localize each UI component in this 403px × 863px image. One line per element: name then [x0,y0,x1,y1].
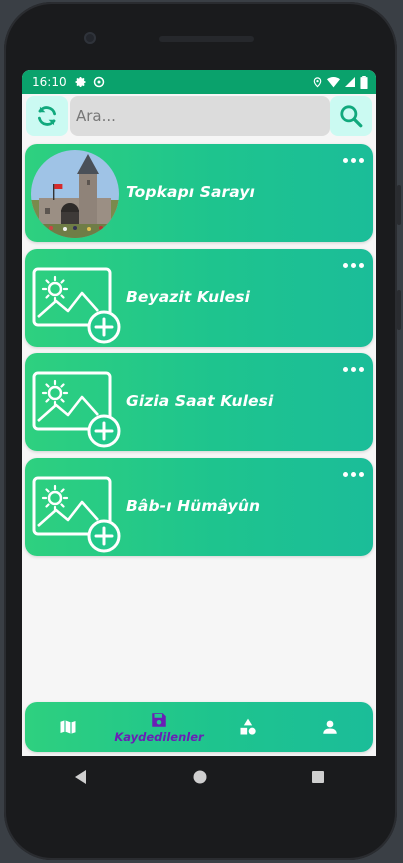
signal-icon [345,77,355,87]
app-screen: 16:10 Ara... Topkapı Sarayı Beyazit Kule… [22,70,376,756]
person-icon [323,720,337,734]
place-card[interactable]: Beyazit Kulesi [25,249,373,347]
location-icon [313,77,322,88]
power-button [397,290,401,330]
place-photo [31,150,119,238]
status-time: 16:10 [32,75,67,89]
earpiece-speaker [159,36,254,42]
add-photo-icon[interactable] [31,255,121,344]
nav-item-map[interactable] [49,702,87,752]
search-button[interactable] [330,96,372,136]
home-icon[interactable] [192,769,208,785]
status-bar: 16:10 [22,70,376,94]
refresh-icon [38,106,56,126]
battery-icon [360,75,368,89]
search-icon [340,105,363,128]
more-horizontal-icon[interactable] [343,472,364,477]
place-title: Topkapı Sarayı [126,183,255,201]
more-horizontal-icon[interactable] [343,263,364,268]
place-card[interactable]: Topkapı Sarayı [25,144,373,242]
map-icon [60,720,76,734]
nav-item-saved[interactable]: Kaydedilenler [109,702,209,752]
bottom-navigation: Kaydedilenler [25,702,373,752]
search-bar [26,96,372,136]
save-icon [152,712,166,727]
wifi-icon [327,76,340,88]
place-card[interactable]: Bâb-ı Hümâyûn [25,458,373,556]
place-card[interactable]: Gizia Saat Kulesi [25,353,373,451]
refresh-button[interactable] [26,96,68,136]
add-photo-icon[interactable] [31,464,121,553]
nav-label-saved: Kaydedilenler [114,729,204,744]
search-input[interactable] [70,96,330,136]
place-title: Beyazit Kulesi [126,288,250,306]
more-horizontal-icon[interactable] [343,158,364,163]
shapes-icon [240,718,256,735]
nav-item-categories[interactable] [229,702,267,752]
place-title: Gizia Saat Kulesi [126,392,274,410]
more-horizontal-icon[interactable] [343,367,364,372]
recents-icon[interactable] [311,770,325,784]
system-navigation-bar [22,756,376,798]
front-camera [84,32,96,44]
nav-item-profile[interactable] [311,702,349,752]
add-photo-icon[interactable] [31,359,121,448]
volume-button [397,185,401,225]
gear-icon [75,77,86,88]
back-icon[interactable] [73,769,89,785]
place-title: Bâb-ı Hümâyûn [126,497,261,515]
vpn-icon [93,76,104,88]
